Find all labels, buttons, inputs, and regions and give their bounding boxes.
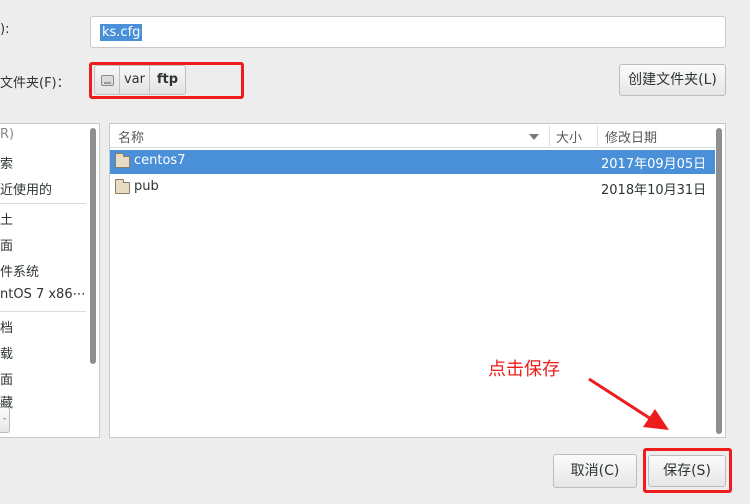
file-name-value: ks.cfg (100, 24, 143, 41)
sidebar-scrollbar[interactable] (90, 128, 96, 364)
column-header-modified[interactable]: 修改日期 (605, 127, 657, 146)
places-sidebar: R) 索 近使用的 土 面 件系统 ntOS 7 x86⋯ 档 载 面 藏 - (0, 123, 100, 438)
sidebar-item-downloads[interactable]: 载 (0, 343, 13, 362)
sidebar-divider (0, 311, 86, 312)
sidebar-remove-button[interactable]: - (0, 407, 10, 433)
create-folder-button[interactable]: 创建文件夹(L) (619, 64, 726, 96)
column-divider (549, 126, 550, 146)
sidebar-item-home[interactable]: 土 (0, 209, 13, 228)
file-name: centos7 (134, 153, 186, 168)
column-divider (597, 126, 598, 146)
folder-icon (115, 179, 130, 194)
sidebar-item-filesystem[interactable]: 件系统 (0, 261, 39, 280)
folder-icon (115, 153, 130, 168)
list-header: 名称 大小 修改日期 (110, 124, 715, 148)
file-modified-date: 2018年10月31日 (601, 183, 707, 198)
column-header-size[interactable]: 大小 (556, 127, 582, 146)
name-label: ): (0, 22, 10, 37)
sort-descending-icon (529, 134, 539, 140)
annotation-highlight-save (643, 448, 732, 493)
file-row-pub[interactable]: pub 2018年10月31日 (110, 176, 715, 200)
file-name-input[interactable]: ks.cfg (90, 16, 726, 48)
sidebar-item-centos-media[interactable]: ntOS 7 x86⋯ (0, 287, 86, 302)
cancel-button[interactable]: 取消(C) (553, 454, 637, 488)
sidebar-divider (0, 203, 86, 204)
sidebar-item-pictures[interactable]: 面 (0, 369, 13, 388)
sidebar-item-desktop[interactable]: 面 (0, 235, 13, 254)
sidebar-item-search[interactable]: 索 (0, 153, 13, 172)
file-row-centos7[interactable]: centos7 2017年09月05日 (110, 150, 715, 174)
annotation-arrow (588, 377, 669, 430)
sidebar-header: R) (0, 127, 15, 142)
save-in-folder-label: 文件夹(F)： (0, 76, 70, 91)
file-list-scrollbar[interactable] (716, 128, 722, 434)
column-header-name[interactable]: 名称 (118, 127, 144, 146)
file-modified-date: 2017年09月05日 (601, 157, 707, 172)
sidebar-item-recent[interactable]: 近使用的 (0, 179, 52, 198)
annotation-highlight-path (89, 62, 244, 99)
file-name: pub (134, 179, 159, 194)
annotation-label: 点击保存 (488, 359, 560, 380)
sidebar-item-documents[interactable]: 档 (0, 317, 13, 336)
